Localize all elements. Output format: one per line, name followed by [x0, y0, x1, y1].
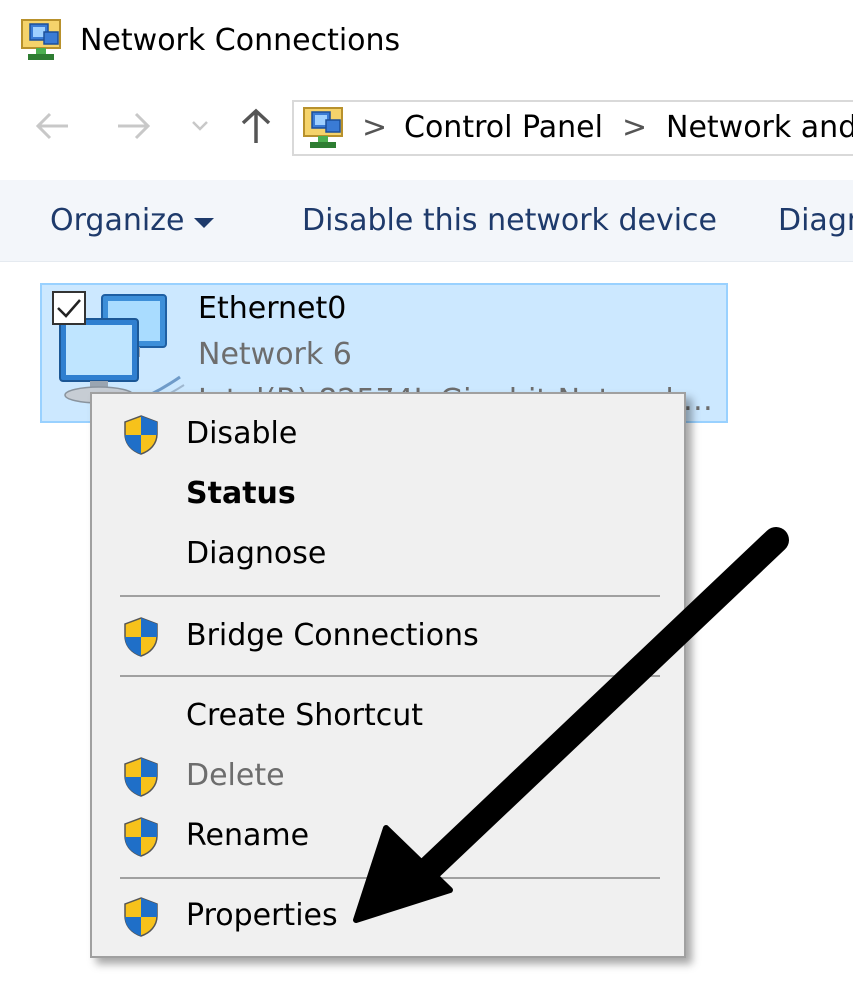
menu-separator [120, 675, 660, 677]
menu-item-label: Rename [186, 818, 310, 853]
breadcrumb-separator[interactable]: > [622, 110, 647, 146]
breadcrumb-network-and-internet[interactable]: Network and [666, 110, 853, 146]
network-connections-icon [21, 19, 61, 60]
forward-button[interactable] [112, 102, 156, 150]
menu-item-bridge-connections[interactable]: Bridge Connections [92, 608, 684, 664]
command-bar: Organize Disable this network device Dia… [0, 180, 853, 262]
menu-item-label: Properties [186, 898, 338, 933]
menu-item-label: Status [186, 476, 296, 511]
menu-separator [120, 877, 660, 879]
back-button[interactable] [30, 102, 74, 150]
menu-item-properties[interactable]: Properties [92, 888, 684, 944]
navigation-bar: > Control Panel > Network and [0, 92, 853, 164]
item-checkbox[interactable] [52, 291, 86, 325]
diagnose-connection-button[interactable]: Diagn [778, 202, 853, 240]
menu-item-rename[interactable]: Rename [92, 808, 684, 864]
menu-item-status[interactable]: Status [92, 466, 684, 522]
menu-item-label: Bridge Connections [186, 618, 479, 653]
uac-shield-icon [124, 617, 158, 657]
organize-caret-icon[interactable] [194, 218, 214, 228]
uac-shield-icon [124, 897, 158, 937]
arrow-up-icon [241, 108, 271, 143]
arrow-left-icon [35, 112, 68, 140]
disable-device-button[interactable]: Disable this network device [302, 202, 717, 240]
context-menu: Disable Status Diagnose Bridge Connectio… [90, 392, 686, 958]
menu-separator [120, 595, 660, 597]
uac-shield-icon [124, 817, 158, 857]
recent-locations-button[interactable] [180, 102, 220, 150]
control-panel-icon [303, 107, 343, 148]
menu-item-disable[interactable]: Disable [92, 406, 684, 462]
uac-shield-icon [124, 415, 158, 455]
menu-item-label: Delete [186, 758, 285, 793]
menu-item-label: Diagnose [186, 536, 327, 571]
menu-item-create-shortcut[interactable]: Create Shortcut [92, 688, 684, 744]
menu-item-diagnose[interactable]: Diagnose [92, 526, 684, 582]
connection-network: Network 6 [198, 337, 352, 372]
address-bar[interactable]: > Control Panel > Network and [292, 100, 853, 156]
menu-item-delete: Delete [92, 748, 684, 804]
breadcrumb-separator[interactable]: > [362, 110, 387, 146]
menu-item-label: Create Shortcut [186, 698, 423, 733]
title-bar: Network Connections [0, 0, 853, 82]
window-title: Network Connections [80, 23, 401, 58]
up-button[interactable] [234, 102, 278, 150]
checkmark-icon [57, 299, 81, 318]
menu-item-label: Disable [186, 416, 298, 451]
arrow-right-icon [118, 112, 151, 140]
organize-button[interactable]: Organize [50, 202, 184, 240]
breadcrumb-control-panel[interactable]: Control Panel [404, 110, 603, 146]
connection-name: Ethernet0 [198, 291, 347, 326]
chevron-down-icon [192, 121, 208, 131]
uac-shield-icon [124, 757, 158, 797]
